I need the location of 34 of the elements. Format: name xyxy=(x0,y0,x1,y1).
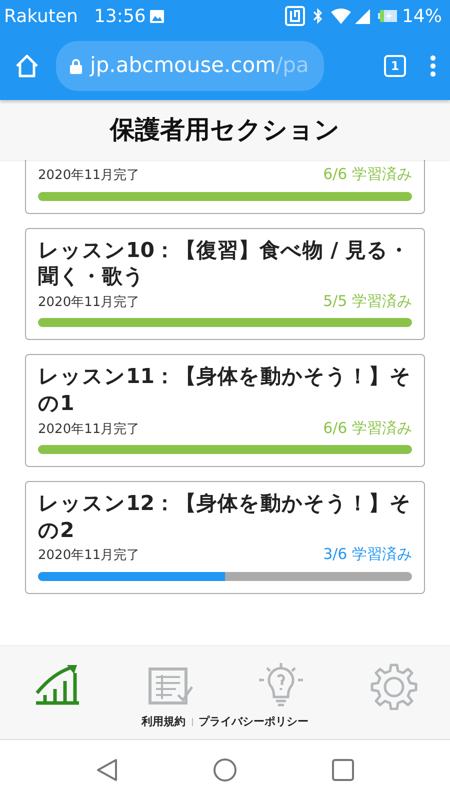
lesson-card[interactable]: レッスン11：【身体を動かそう！】その1 2020年11月完了 6/6 学習済み xyxy=(25,354,425,468)
back-icon[interactable] xyxy=(96,758,118,782)
lesson-card[interactable]: 2020年11月完了 6/6 学習済み xyxy=(25,160,425,214)
page-title: 保護者用セクション xyxy=(110,114,340,146)
home-icon[interactable] xyxy=(14,54,40,78)
battery-percent: 14% xyxy=(402,4,442,28)
lesson-card[interactable]: レッスン12：【身体を動かそう！】その2 2020年11月完了 3/6 学習済み xyxy=(25,481,425,594)
signal-icon xyxy=(354,8,370,24)
progress-text: 5/5 学習済み xyxy=(323,290,412,312)
lesson-card[interactable]: レッスン10：【復習】食べ物 / 見る・聞く・歌う 2020年11月完了 5/5 学習済み xyxy=(25,228,425,340)
wifi-icon xyxy=(330,8,351,24)
lock-icon xyxy=(70,58,82,74)
carrier-name: Rakuten xyxy=(4,4,78,28)
footer-link[interactable]: 利用規約 xyxy=(142,714,186,730)
recents-icon[interactable] xyxy=(332,759,354,781)
lesson-title: レッスン10：【復習】食べ物 / 見る・聞く・歌う xyxy=(38,236,410,290)
progress-text: 6/6 学習済み xyxy=(323,164,412,185)
settings-icon[interactable] xyxy=(370,662,418,710)
nfc-icon xyxy=(284,6,305,26)
image-icon xyxy=(150,10,164,22)
footer-link[interactable]: プライバシーポリシー xyxy=(198,714,308,730)
bluetooth-icon xyxy=(312,8,323,24)
clock-time: 13:56 xyxy=(94,4,146,28)
battery-icon xyxy=(378,9,398,23)
completion-date: 2020年11月完了 xyxy=(38,294,140,312)
lesson-title: レッスン11：【身体を動かそう！】その1 xyxy=(38,363,412,417)
menu-icon[interactable] xyxy=(430,55,436,77)
completion-date: 2020年11月完了 xyxy=(38,420,140,439)
progress-text: 6/6 学習済み xyxy=(323,418,412,439)
completion-date: 2020年11月完了 xyxy=(38,547,140,566)
completion-date: 2020年11月完了 xyxy=(38,167,140,185)
progress-text: 3/6 学習済み xyxy=(323,544,412,566)
lesson-title: レッスン12：【身体を動かそう！】その2 xyxy=(38,490,412,544)
home-circle-icon[interactable] xyxy=(212,758,237,782)
